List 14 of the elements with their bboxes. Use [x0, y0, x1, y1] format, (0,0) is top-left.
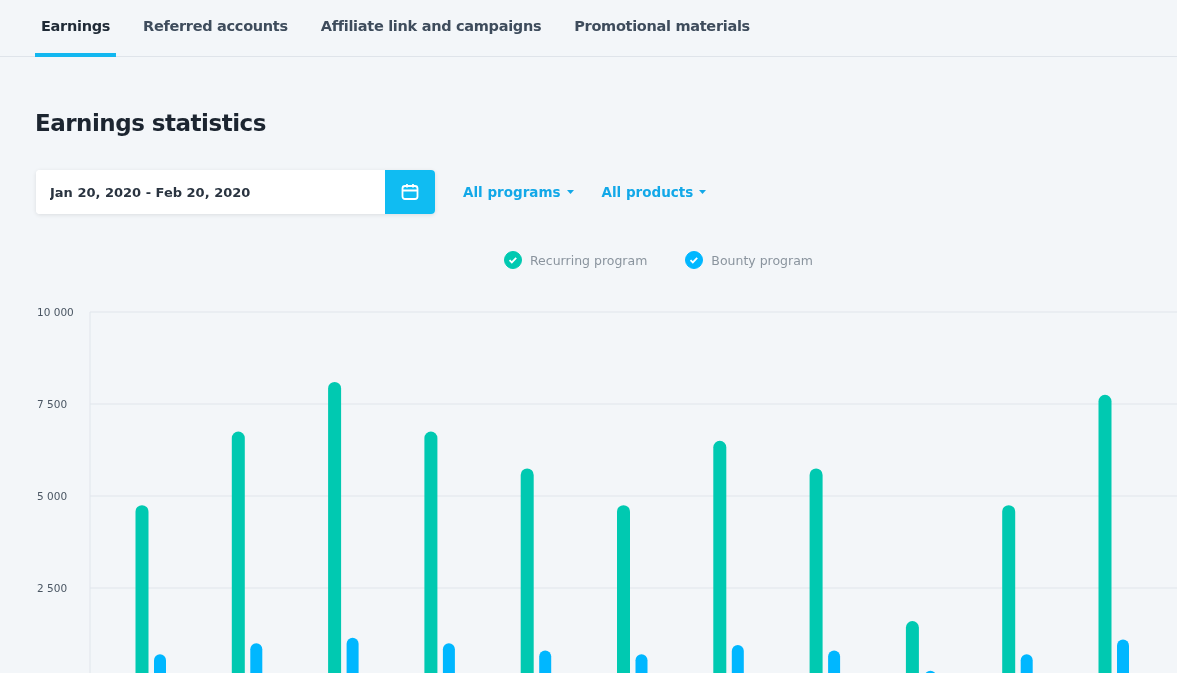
y-axis-label: 7 500	[37, 398, 68, 410]
y-axis-label: 2 500	[37, 582, 68, 594]
caret-icon	[566, 190, 574, 194]
date-range-field[interactable]: Jan 20, 2020 - Feb 20, 2020	[36, 170, 435, 214]
section-heading: Earnings statistics	[35, 109, 267, 137]
tab[interactable]: Earnings	[35, 0, 117, 57]
calendar-button[interactable]	[385, 170, 435, 214]
tab[interactable]: Promotional materials	[568, 0, 756, 57]
calendar-icon	[400, 182, 420, 202]
y-axis-label: 10 000	[37, 306, 74, 318]
caret-icon	[699, 190, 707, 194]
tab[interactable]: Referred accounts	[137, 0, 294, 57]
tab[interactable]: Affiliate link and campaigns	[314, 0, 548, 57]
y-axis-label: 5 000	[37, 490, 68, 502]
